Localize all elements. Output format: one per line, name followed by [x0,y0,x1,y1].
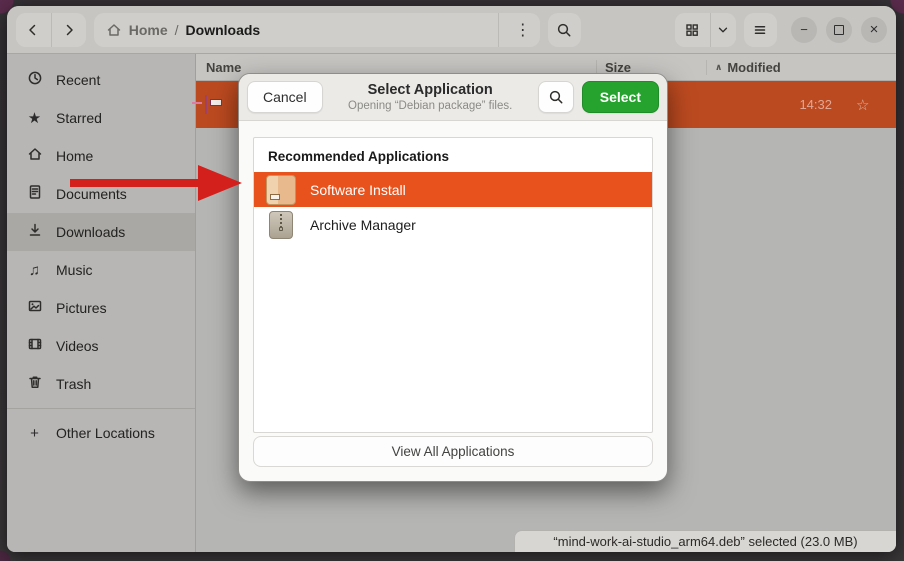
star-icon: ★ [26,109,43,127]
sidebar-label: Other Locations [56,425,155,441]
recommended-applications-header: Recommended Applications [254,138,652,172]
sidebar-label: Home [56,148,93,164]
close-button[interactable]: × [861,17,887,43]
header-bar: Home / Downloads ⋮ [7,6,896,54]
sidebar-item-documents[interactable]: Documents [7,175,195,213]
cancel-button[interactable]: Cancel [247,81,323,113]
sidebar-item-recent[interactable]: Recent [7,61,195,99]
app-name: Software Install [310,182,406,198]
path-menu-button[interactable]: ⋮ [506,13,540,47]
sidebar: Recent ★ Starred Home Documents Download… [7,54,196,552]
sidebar-label: Pictures [56,300,107,316]
maximize-button[interactable] [826,17,852,43]
maximize-icon [834,25,844,35]
sidebar-label: Starred [56,110,102,126]
music-note-icon: ♫ [26,262,43,279]
home-icon [26,146,43,166]
desktop: Home / Downloads ⋮ [0,0,904,561]
application-list: Recommended Applications Software Instal… [253,137,653,433]
sidebar-item-trash[interactable]: Trash [7,365,195,403]
sidebar-label: Videos [56,338,99,354]
sidebar-label: Trash [56,376,91,392]
sidebar-item-downloads[interactable]: Downloads [7,213,195,251]
view-switcher-group [675,13,736,47]
selection-status-text: “mind-work-ai-studio_arm64.deb” selected… [553,534,857,549]
breadcrumb-current[interactable]: Downloads [186,22,261,38]
window-controls: − × [791,17,887,43]
dialog-header: Cancel Select Application Opening “Debia… [239,74,667,121]
archive-manager-icon [269,211,293,239]
history-nav-group [16,13,86,47]
sidebar-label: Music [56,262,93,278]
star-toggle-icon[interactable]: ☆ [856,96,896,114]
view-all-applications-button[interactable]: View All Applications [253,436,653,467]
hamburger-menu-icon [752,22,768,38]
sidebar-label: Recent [56,72,100,88]
forward-button[interactable] [51,13,86,47]
clock-icon [26,70,43,90]
document-icon [26,184,43,204]
back-button[interactable] [16,13,51,47]
dialog-subtitle: Opening “Debian package” files. [331,99,530,113]
kebab-menu-icon: ⋮ [515,20,531,40]
path-bar[interactable]: Home / Downloads ⋮ [94,13,540,47]
select-application-dialog: Cancel Select Application Opening “Debia… [238,73,668,482]
trash-icon [26,374,43,394]
close-icon: × [870,21,879,38]
chevron-down-icon [716,23,730,37]
breadcrumb-home[interactable]: Home [129,22,168,38]
column-header-modified-label: Modified [727,60,780,75]
column-header-modified[interactable]: ∧ Modified [706,60,856,75]
sidebar-item-starred[interactable]: ★ Starred [7,99,195,137]
chevron-right-icon [61,22,77,38]
app-name: Archive Manager [310,217,416,233]
dialog-body: Recommended Applications Software Instal… [239,120,667,481]
minimize-button[interactable]: − [791,17,817,43]
sidebar-item-music[interactable]: ♫ Music [7,251,195,289]
pathbar-divider [498,13,499,47]
download-icon [26,222,43,242]
minimize-icon: − [800,22,808,37]
picture-icon [26,298,43,318]
grid-view-icon [684,22,700,38]
main-menu-button[interactable] [744,13,777,47]
dialog-title-block: Select Application Opening “Debian packa… [331,81,530,114]
dialog-title: Select Application [331,81,530,99]
breadcrumb-separator: / [175,22,179,38]
chevron-left-icon [25,22,41,38]
app-row-software-install[interactable]: Software Install [254,172,652,207]
sidebar-label: Documents [56,186,127,202]
app-row-archive-manager[interactable]: Archive Manager [254,207,652,242]
sidebar-item-videos[interactable]: Videos [7,327,195,365]
file-modified-cell: 14:32 [706,97,856,112]
deb-package-file-icon [205,95,207,114]
sidebar-item-home[interactable]: Home [7,137,195,175]
search-icon [548,89,564,105]
video-icon [26,336,43,356]
plus-icon: + [26,425,43,442]
status-bar: “mind-work-ai-studio_arm64.deb” selected… [514,530,896,552]
sidebar-separator [7,408,195,409]
software-install-icon [266,175,296,205]
sort-ascending-icon: ∧ [715,62,722,73]
sidebar-item-other-locations[interactable]: + Other Locations [7,414,195,452]
view-options-dropdown[interactable] [710,13,736,47]
sidebar-item-pictures[interactable]: Pictures [7,289,195,327]
home-icon [106,22,122,38]
sidebar-label: Downloads [56,224,125,240]
select-button[interactable]: Select [582,81,659,113]
grid-view-button[interactable] [675,13,710,47]
dialog-search-button[interactable] [538,81,574,113]
search-button[interactable] [548,13,581,47]
search-icon [556,22,572,38]
